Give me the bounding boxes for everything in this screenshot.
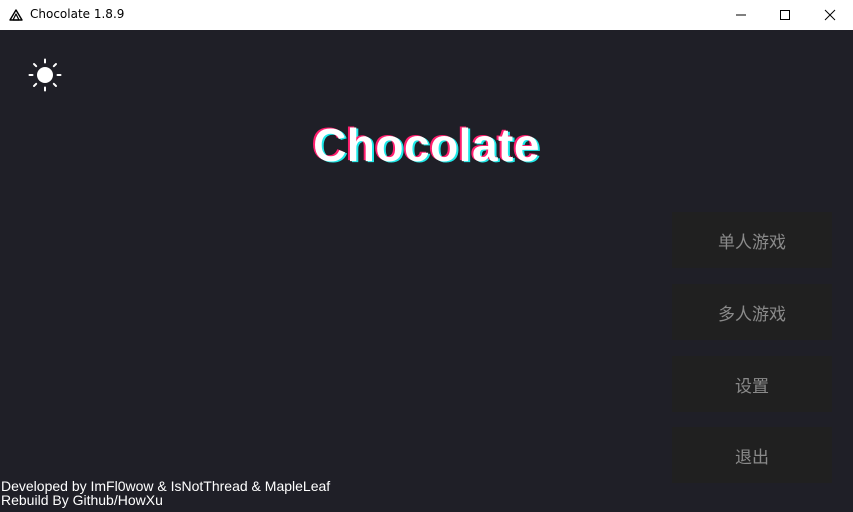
maximize-button[interactable] bbox=[762, 0, 808, 30]
close-icon bbox=[824, 9, 836, 21]
credits-rebuild: Rebuild By Github/HowXu bbox=[1, 492, 163, 508]
window-title: Chocolate 1.8.9 bbox=[30, 7, 125, 21]
singleplayer-button[interactable]: 单人游戏 bbox=[672, 212, 832, 268]
game-logo: Chocolate bbox=[313, 119, 540, 171]
settings-button[interactable]: 设置 bbox=[672, 356, 832, 412]
credits: Developed by ImFl0wow & IsNotThread & Ma… bbox=[1, 479, 330, 507]
maximize-icon bbox=[780, 10, 790, 20]
triangle-logo-icon bbox=[9, 9, 23, 21]
minimize-button[interactable] bbox=[718, 0, 764, 30]
multiplayer-button[interactable]: 多人游戏 bbox=[672, 284, 832, 340]
quit-button[interactable]: 退出 bbox=[672, 427, 832, 483]
credits-developers: Developed by ImFl0wow & IsNotThread & Ma… bbox=[1, 478, 331, 494]
main-menu-screen: Chocolate 单人游戏 多人游戏 设置 退出 Developed by I… bbox=[0, 30, 853, 512]
minimize-icon bbox=[736, 14, 746, 16]
close-button[interactable] bbox=[807, 0, 853, 30]
sun-icon bbox=[28, 58, 62, 92]
theme-toggle-button[interactable] bbox=[28, 58, 62, 92]
title-bar: Chocolate 1.8.9 bbox=[0, 0, 853, 30]
